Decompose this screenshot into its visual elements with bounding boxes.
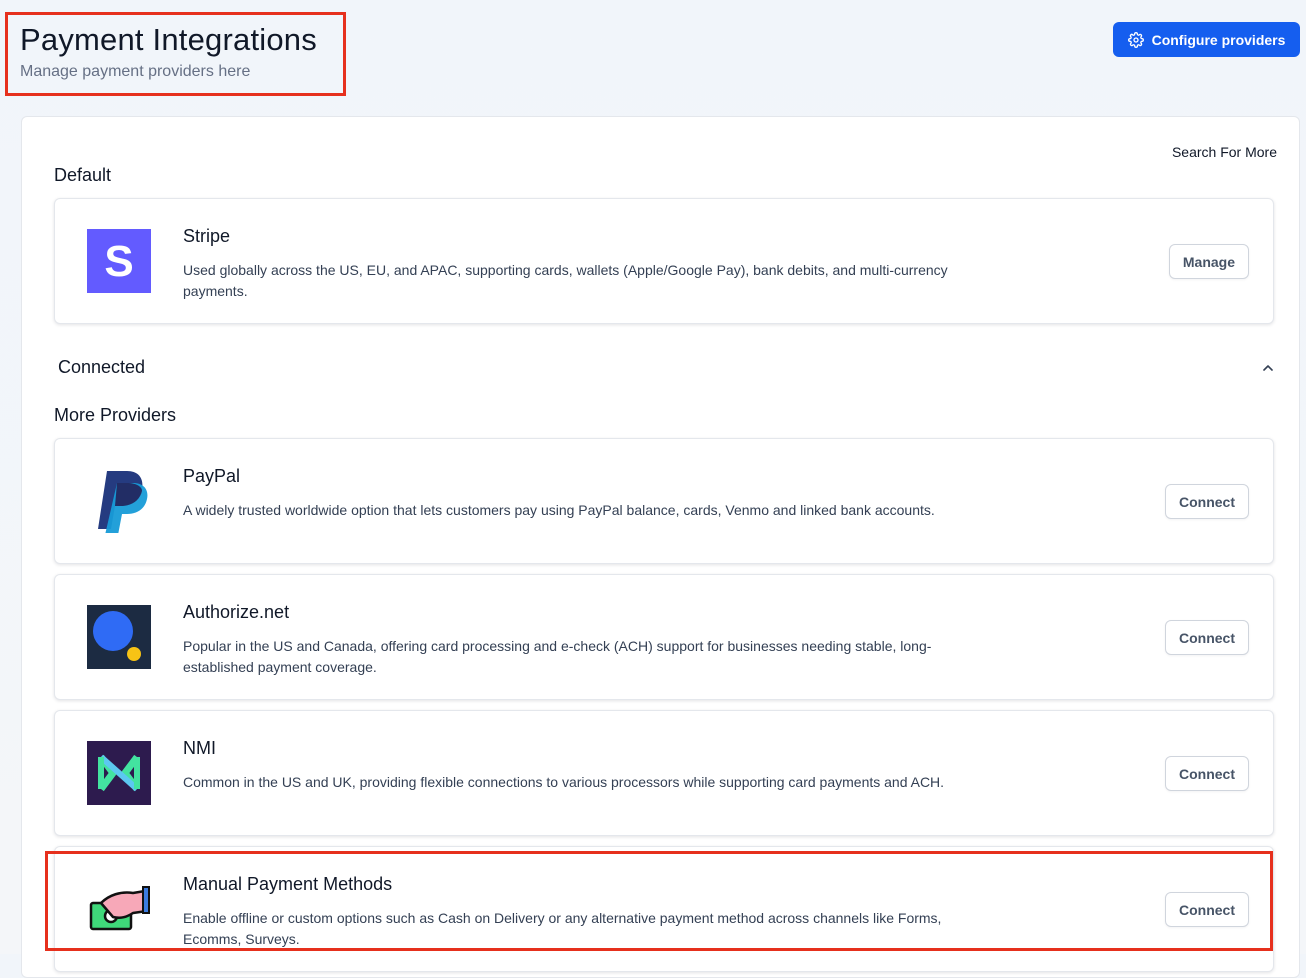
page-title: Payment Integrations — [20, 22, 317, 57]
provider-name: Stripe — [183, 226, 231, 246]
paypal-logo-icon — [98, 471, 148, 533]
page-header: Payment Integrations Manage payment prov… — [20, 22, 317, 81]
cash-hand-icon — [89, 886, 150, 931]
connect-button[interactable]: Connect — [1165, 620, 1249, 655]
stripe-logo-letter: S — [104, 237, 133, 286]
provider-description: A widely trusted worldwide option that l… — [183, 502, 935, 518]
gear-icon — [1127, 31, 1144, 48]
stripe-logo-icon: S — [87, 229, 151, 293]
provider-card-manual-payment: Manual Payment Methods Enable offline or… — [54, 846, 1274, 972]
provider-card-nmi: NMI Common in the US and UK, providing f… — [54, 710, 1274, 836]
provider-card-paypal: PayPal A widely trusted worldwide option… — [54, 438, 1274, 564]
authorize-net-logo-icon — [87, 605, 151, 669]
provider-description: Popular in the US and Canada, offering c… — [183, 638, 932, 675]
section-connected-label: Connected — [58, 357, 146, 377]
provider-card-authorize-net: Authorize.net Popular in the US and Cana… — [54, 574, 1274, 700]
search-for-more-link[interactable]: Search For More — [1172, 144, 1277, 160]
provider-card-stripe: S Stripe Used globally across the US, EU… — [54, 198, 1274, 324]
provider-description: Common in the US and UK, providing flexi… — [183, 774, 945, 790]
providers-panel: Search For More Default S Stripe Used gl… — [21, 116, 1300, 978]
configure-providers-label: Configure providers — [1151, 31, 1286, 48]
connect-button[interactable]: Connect — [1165, 892, 1249, 927]
section-more-providers-label: More Providers — [54, 405, 177, 425]
chevron-up-icon[interactable] — [1261, 361, 1275, 375]
connect-button[interactable]: Connect — [1165, 756, 1249, 791]
provider-description: Used globally across the US, EU, and APA… — [183, 262, 948, 299]
manage-button[interactable]: Manage — [1168, 244, 1249, 279]
provider-description: Enable offline or custom options such as… — [183, 910, 942, 947]
provider-name: Manual Payment Methods — [183, 874, 393, 894]
section-default-label: Default — [54, 165, 112, 185]
connect-button[interactable]: Connect — [1165, 484, 1249, 519]
page-subtitle: Manage payment providers here — [20, 63, 251, 80]
configure-providers-button[interactable]: Configure providers — [1113, 22, 1300, 57]
provider-name: PayPal — [183, 466, 241, 486]
nmi-logo-icon — [87, 741, 151, 805]
provider-name: NMI — [183, 738, 216, 758]
provider-name: Authorize.net — [183, 602, 290, 622]
